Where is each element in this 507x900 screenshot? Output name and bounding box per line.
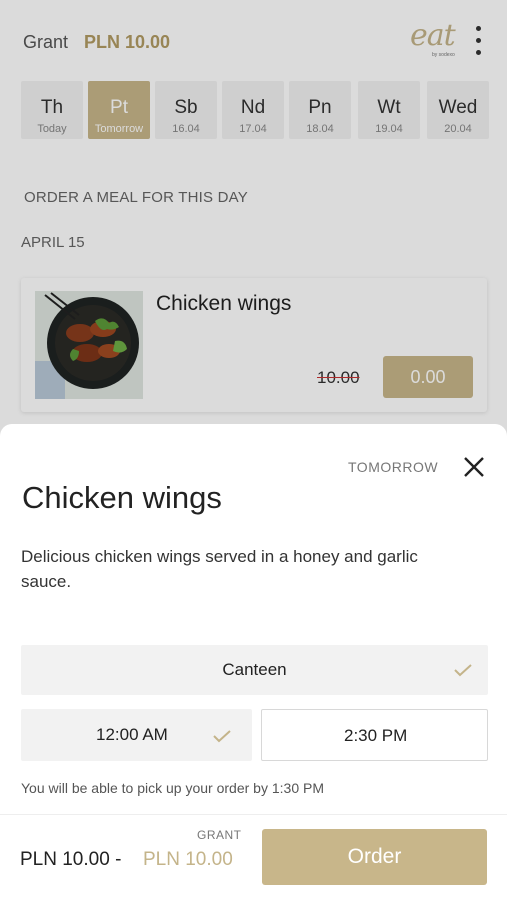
location-option-canteen[interactable]: Canteen xyxy=(21,645,488,695)
order-button[interactable]: Order xyxy=(262,829,487,885)
pickup-note: You will be able to pick up your order b… xyxy=(21,780,324,796)
close-icon[interactable] xyxy=(461,454,487,480)
sheet-description: Delicious chicken wings served in a hone… xyxy=(21,547,418,591)
sheet-title: Chicken wings xyxy=(22,480,222,515)
total-price: PLN 10.00 - xyxy=(20,849,122,870)
sheet-day-tag: TOMORROW xyxy=(348,459,439,475)
time-label: 2:30 PM xyxy=(344,726,408,745)
time-label: 12:00 AM xyxy=(96,725,168,744)
check-icon xyxy=(212,729,232,743)
check-icon xyxy=(453,663,473,677)
time-option-second[interactable]: 2:30 PM xyxy=(261,709,488,761)
grant-caption: GRANT xyxy=(197,828,242,842)
time-option-first[interactable]: 12:00 AM xyxy=(21,709,252,761)
order-footer: GRANT PLN 10.00 - PLN 10.00 Order xyxy=(0,814,507,900)
grant-price: PLN 10.00 xyxy=(143,849,233,870)
location-label: Canteen xyxy=(222,660,287,679)
meal-detail-sheet: TOMORROW Chicken wings Delicious chicken… xyxy=(0,424,507,900)
